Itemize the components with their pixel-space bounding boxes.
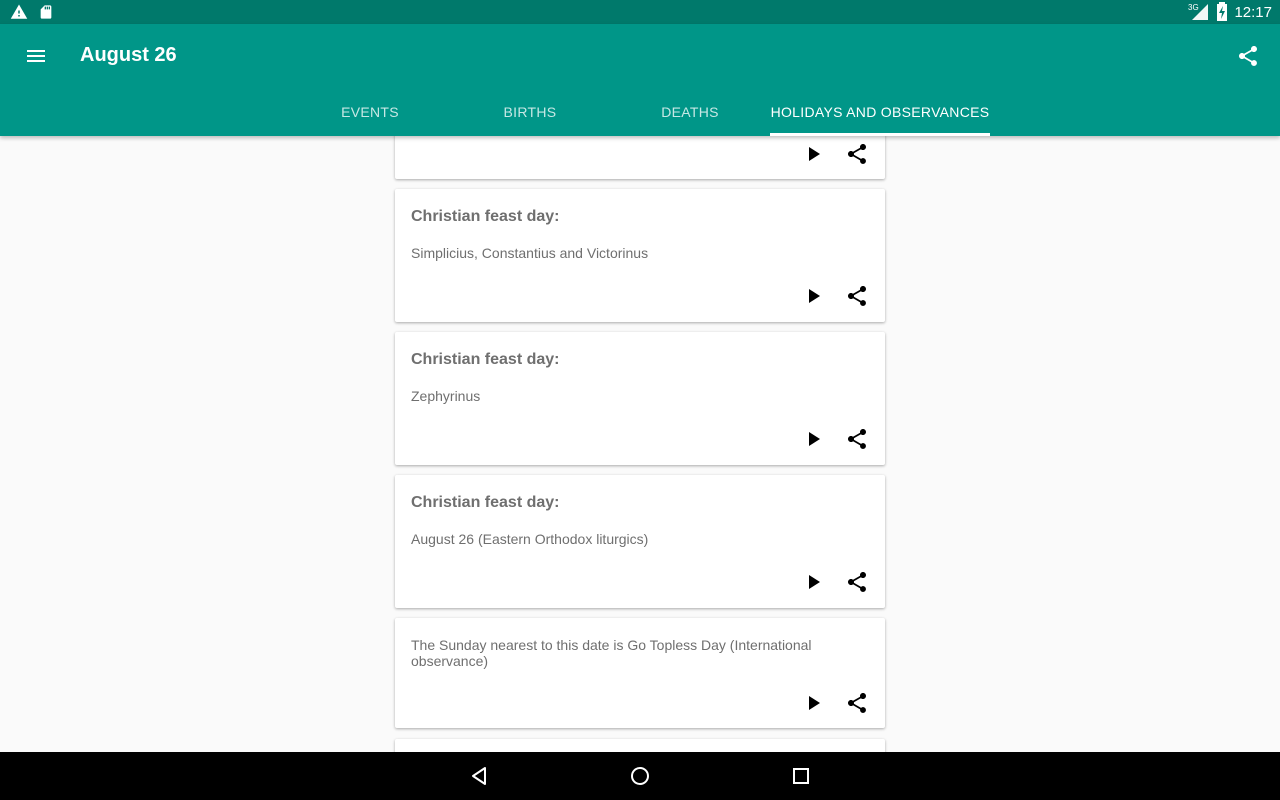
share-icon[interactable]: [845, 142, 869, 166]
list-item: Christian feast day: Zephyrinus: [395, 332, 885, 465]
card-actions: [801, 284, 869, 308]
status-time: 12:17: [1234, 3, 1272, 21]
play-icon[interactable]: [801, 284, 825, 308]
card-actions: [801, 691, 869, 715]
home-icon[interactable]: [628, 764, 652, 788]
page-title: August 26: [80, 44, 177, 66]
card-actions: [801, 142, 869, 166]
share-icon[interactable]: [845, 284, 869, 308]
card-actions: [801, 570, 869, 594]
share-icon[interactable]: [845, 691, 869, 715]
app-bar: August 26 EVENTS BIRTHS DEATHS HOLIDAYS …: [0, 24, 1280, 136]
card-body: August 26 (Eastern Orthodox liturgics): [411, 531, 649, 547]
tab-births[interactable]: BIRTHS: [450, 88, 610, 136]
battery-icon: [1217, 2, 1228, 21]
sd-card-icon: [40, 5, 52, 19]
tab-events[interactable]: EVENTS: [290, 88, 450, 136]
list-item: [395, 739, 885, 752]
list-item: Christian feast day: August 26 (Eastern …: [395, 475, 885, 608]
status-bar: 3G 12:17: [0, 0, 1280, 24]
back-icon[interactable]: [467, 764, 491, 788]
warning-icon: [10, 4, 28, 19]
share-icon[interactable]: [845, 427, 869, 451]
recents-icon[interactable]: [789, 764, 813, 788]
card-title: Christian feast day:: [411, 351, 560, 368]
card-body: Simplicius, Constantius and Victorinus: [411, 245, 649, 261]
tab-holidays-and-observances[interactable]: HOLIDAYS AND OBSERVANCES: [770, 88, 990, 136]
card-actions: [801, 427, 869, 451]
system-nav-bar: [0, 752, 1280, 800]
tab-deaths[interactable]: DEATHS: [610, 88, 770, 136]
tab-bar: EVENTS BIRTHS DEATHS HOLIDAYS AND OBSERV…: [290, 88, 990, 136]
card-body: The Sunday nearest to this date is Go To…: [411, 637, 812, 669]
holiday-list[interactable]: Christian feast day: Simplicius, Constan…: [0, 136, 1280, 752]
network-type: 3G: [1188, 3, 1199, 12]
play-icon[interactable]: [801, 142, 825, 166]
share-icon[interactable]: [845, 570, 869, 594]
menu-icon[interactable]: [24, 44, 48, 68]
list-item: Christian feast day: Simplicius, Constan…: [395, 189, 885, 322]
signal-icon: 3G: [1188, 3, 1209, 20]
play-icon[interactable]: [801, 427, 825, 451]
card-title: Christian feast day:: [411, 208, 560, 225]
play-icon[interactable]: [801, 570, 825, 594]
list-item: The Sunday nearest to this date is Go To…: [395, 618, 885, 728]
card-title: Christian feast day:: [411, 494, 560, 511]
list-item: [395, 136, 885, 179]
share-icon[interactable]: [1236, 44, 1260, 68]
play-icon[interactable]: [801, 691, 825, 715]
card-body: Zephyrinus: [411, 388, 481, 404]
